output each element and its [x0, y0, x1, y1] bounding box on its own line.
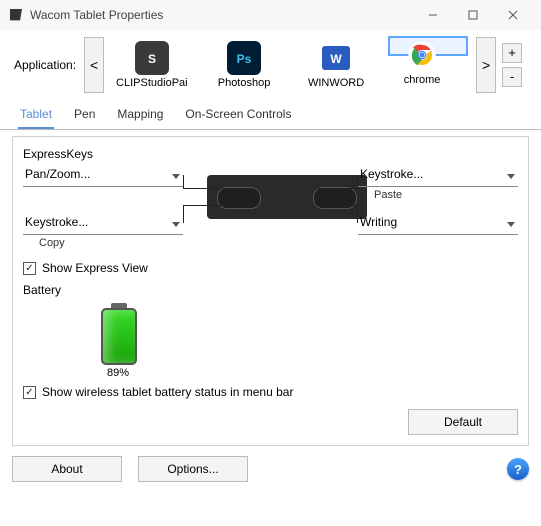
- application-label: Application:: [14, 58, 76, 72]
- maximize-button[interactable]: [453, 0, 493, 30]
- app-prev-button[interactable]: <: [84, 37, 104, 93]
- app-item-winword[interactable]: W WINWORD: [296, 36, 376, 93]
- application-list: S CLIPStudioPaint Ps Photoshop W WINWORD…: [110, 36, 470, 93]
- chrome-icon: [405, 38, 439, 72]
- connector-line: [318, 175, 358, 189]
- battery-section: Battery 89% ✓ Show wireless tablet batte…: [23, 283, 518, 399]
- ek-left-bottom-select[interactable]: Keystroke...: [23, 215, 183, 235]
- checkbox-icon: ✓: [23, 386, 36, 399]
- app-label: Photoshop: [208, 77, 280, 89]
- close-button[interactable]: [493, 0, 533, 30]
- tab-onscreen[interactable]: On-Screen Controls: [183, 101, 293, 129]
- window-title: Wacom Tablet Properties: [30, 8, 413, 22]
- about-button[interactable]: About: [12, 456, 122, 482]
- app-item-clipstudio[interactable]: S CLIPStudioPaint: [112, 36, 192, 93]
- tablet-panel: ExpressKeys Pan/Zoom... Keystroke... Cop…: [12, 136, 529, 446]
- svg-text:S: S: [148, 52, 156, 66]
- footer: About Options... ?: [0, 446, 541, 492]
- options-button[interactable]: Options...: [138, 456, 248, 482]
- app-icon: [8, 7, 24, 23]
- ek-right-bottom-select[interactable]: Writing: [358, 215, 518, 235]
- app-item-photoshop[interactable]: Ps Photoshop: [204, 36, 284, 93]
- ek-left-top-select[interactable]: Pan/Zoom...: [23, 167, 183, 187]
- svg-text:W: W: [330, 52, 342, 66]
- tab-pen[interactable]: Pen: [72, 101, 97, 129]
- app-add-button[interactable]: +: [502, 43, 522, 63]
- ek-left-bottom-sub: Copy: [23, 235, 183, 249]
- battery-icon: [97, 303, 141, 365]
- show-battery-status-row[interactable]: ✓ Show wireless tablet battery status in…: [23, 385, 518, 399]
- battery-title: Battery: [23, 283, 518, 297]
- app-label: CLIPStudioPaint: [116, 77, 188, 89]
- word-icon: W: [319, 41, 353, 75]
- default-button[interactable]: Default: [408, 409, 518, 435]
- minimize-button[interactable]: [413, 0, 453, 30]
- connector-line: [183, 205, 223, 223]
- app-next-button[interactable]: >: [476, 37, 496, 93]
- app-label: WINWORD: [300, 77, 372, 89]
- ek-right-top-sub: Paste: [358, 187, 518, 201]
- ek-right-top-select[interactable]: Keystroke...: [358, 167, 518, 187]
- show-express-view-row[interactable]: ✓ Show Express View: [23, 261, 518, 275]
- checkbox-icon: ✓: [23, 262, 36, 275]
- connector-line: [183, 175, 223, 189]
- photoshop-icon: Ps: [227, 41, 261, 75]
- tab-bar: Tablet Pen Mapping On-Screen Controls: [0, 101, 541, 130]
- battery-percent: 89%: [107, 367, 518, 379]
- app-label: chrome: [392, 74, 452, 86]
- title-bar: Wacom Tablet Properties: [0, 0, 541, 30]
- clipstudio-icon: S: [135, 41, 169, 75]
- svg-text:Ps: Ps: [237, 52, 252, 66]
- connector-line: [318, 205, 358, 223]
- expresskeys-title: ExpressKeys: [23, 147, 518, 161]
- show-express-view-label: Show Express View: [42, 261, 148, 275]
- app-remove-button[interactable]: -: [502, 67, 522, 87]
- tab-mapping[interactable]: Mapping: [115, 101, 165, 129]
- help-button[interactable]: ?: [507, 458, 529, 480]
- show-battery-status-label: Show wireless tablet battery status in m…: [42, 385, 293, 399]
- app-item-chrome[interactable]: chrome: [388, 36, 468, 56]
- expresskeys-grid: Pan/Zoom... Keystroke... Copy Keystroke.…: [23, 167, 518, 255]
- application-row: Application: < S CLIPStudioPaint Ps Phot…: [0, 30, 541, 99]
- tab-tablet[interactable]: Tablet: [18, 101, 54, 129]
